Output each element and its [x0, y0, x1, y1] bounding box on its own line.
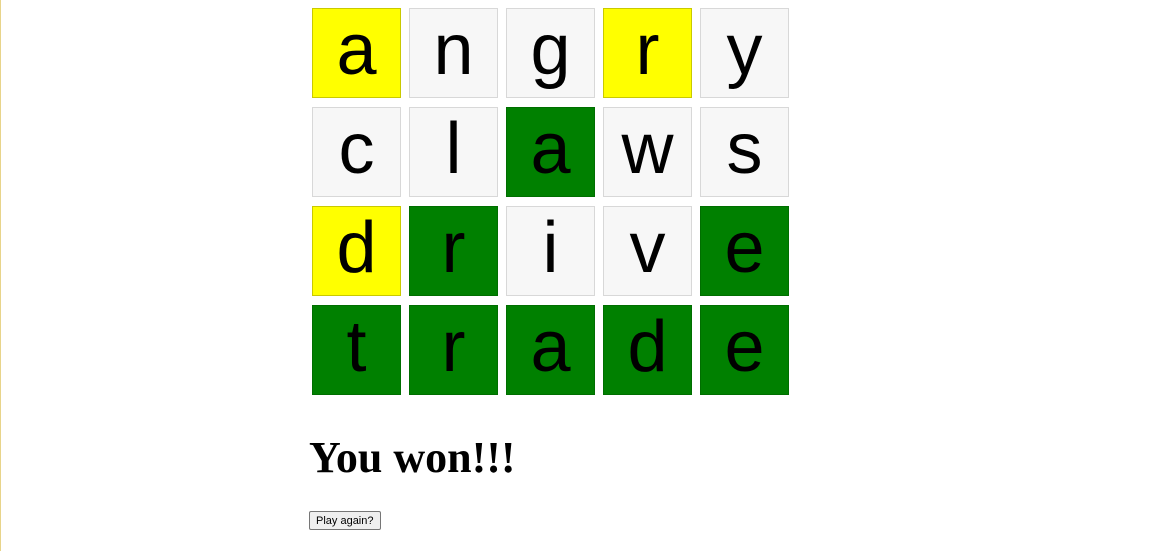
tile: i: [506, 206, 595, 296]
tile: e: [700, 206, 789, 296]
tile: w: [603, 107, 692, 197]
tile: r: [603, 8, 692, 98]
tile: y: [700, 8, 789, 98]
tile: e: [700, 305, 789, 395]
tile: c: [312, 107, 401, 197]
tile: t: [312, 305, 401, 395]
tile: d: [312, 206, 401, 296]
tile: a: [312, 8, 401, 98]
tile: s: [700, 107, 789, 197]
play-again-button[interactable]: Play again?: [309, 511, 381, 530]
tile: r: [409, 206, 498, 296]
result-message: You won!!!: [309, 433, 516, 482]
tile: v: [603, 206, 692, 296]
tile: n: [409, 8, 498, 98]
tile: g: [506, 8, 595, 98]
tile: a: [506, 305, 595, 395]
game-board: a n g r y c l a w s d r i v e t r a d e: [312, 8, 789, 395]
tile: r: [409, 305, 498, 395]
tile: l: [409, 107, 498, 197]
tile: a: [506, 107, 595, 197]
tile: d: [603, 305, 692, 395]
